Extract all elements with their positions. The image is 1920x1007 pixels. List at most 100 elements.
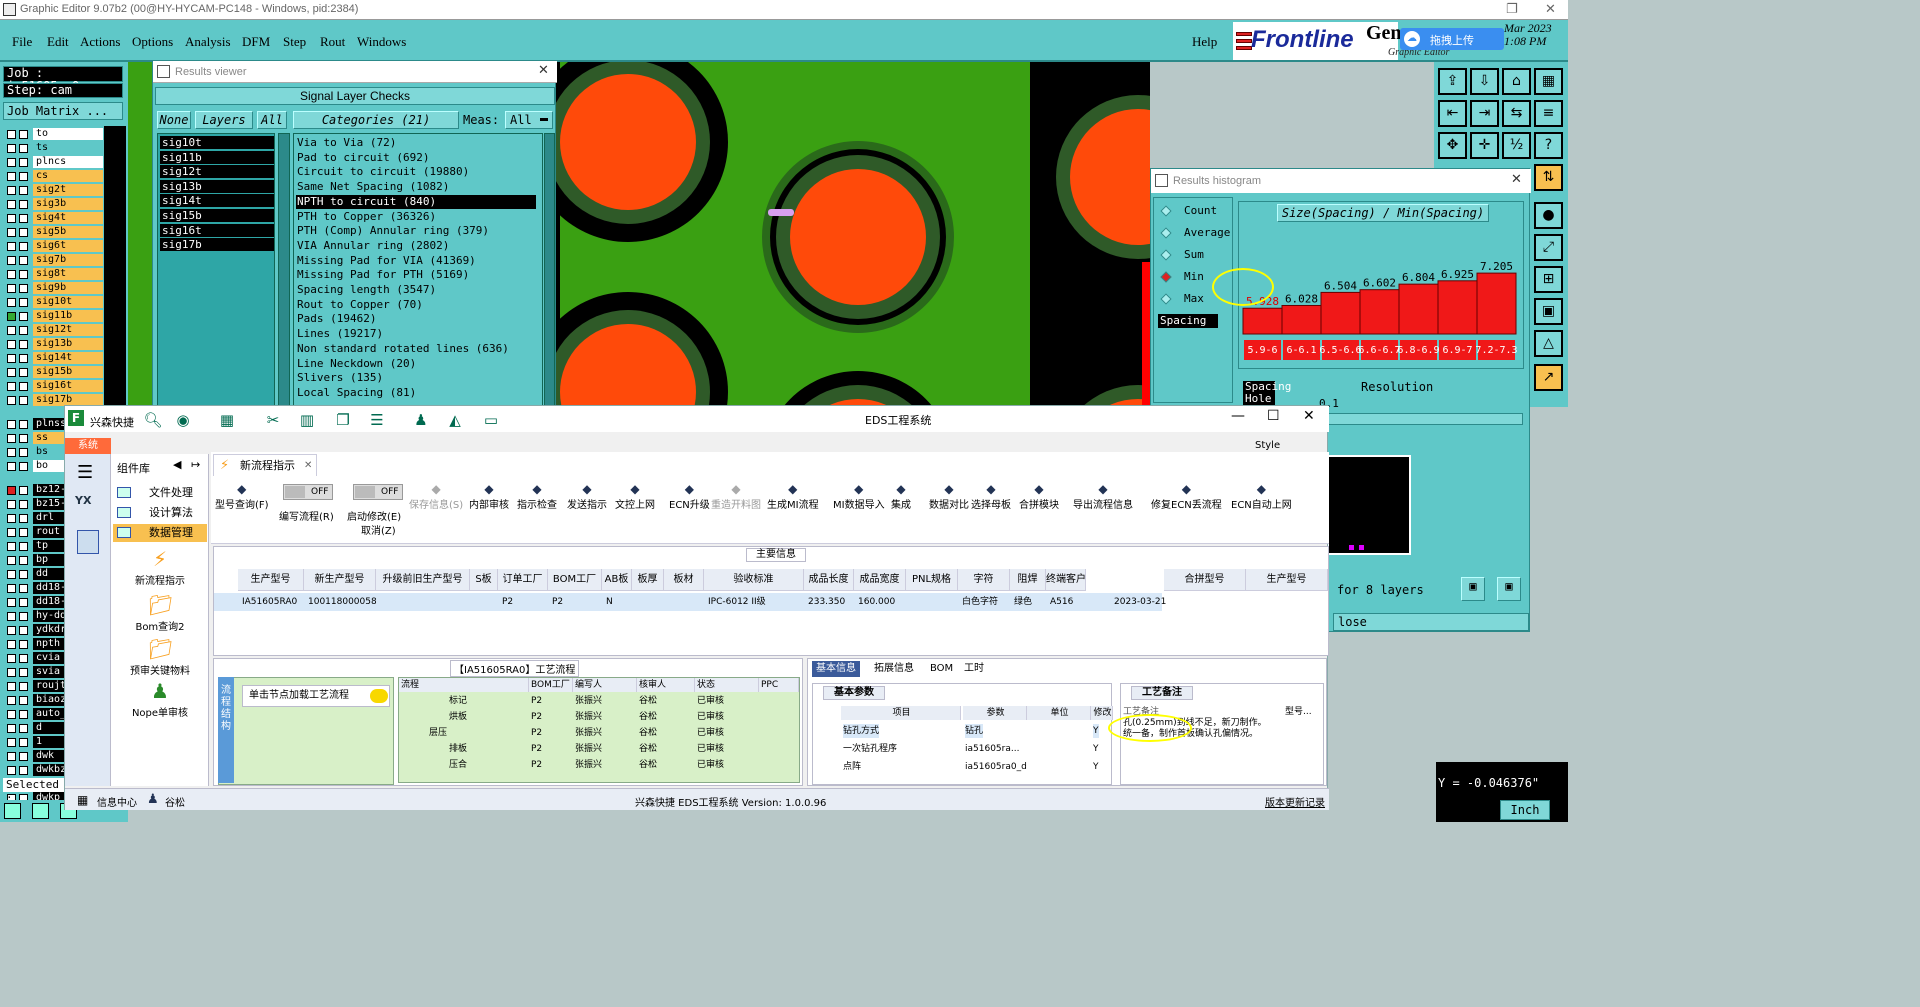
layer-checkbox[interactable] <box>7 312 16 321</box>
key-material-item[interactable]: 📁︎ 预审关键物料 <box>113 638 207 677</box>
category-item[interactable]: Lines (19217) <box>296 327 536 341</box>
maximize-icon[interactable]: ☐ <box>1267 408 1280 424</box>
category-item[interactable]: Local Spacing (81) <box>296 386 536 400</box>
layer-checkbox[interactable] <box>7 448 16 457</box>
layer-checkbox[interactable] <box>19 500 28 509</box>
layer-checkbox[interactable] <box>7 766 16 775</box>
nope-review-item[interactable]: ♟ Nope单审核 <box>113 680 207 719</box>
table-icon[interactable]: ▥ <box>297 412 317 428</box>
layer-checkbox[interactable] <box>7 368 16 377</box>
menu-file[interactable]: File <box>12 34 32 50</box>
layer-checkbox[interactable] <box>19 284 28 293</box>
layer-checkbox[interactable] <box>19 682 28 691</box>
layer-item[interactable]: sig13b <box>160 179 274 193</box>
layer-row[interactable]: plncs <box>3 156 103 168</box>
layer-checkbox[interactable] <box>7 710 16 719</box>
table-cell[interactable]: IPC-6012 II级 <box>704 593 804 611</box>
layer-row[interactable]: sig2t <box>3 184 103 196</box>
layer-checkbox[interactable] <box>7 738 16 747</box>
layer-row[interactable]: sig8t <box>3 268 103 280</box>
layer-checkbox[interactable] <box>19 354 28 363</box>
layer-checkbox[interactable] <box>19 528 28 537</box>
table-cell[interactable]: Y <box>1093 760 1099 774</box>
close-icon[interactable]: ✕ <box>1511 172 1522 187</box>
layer-row[interactable]: sig14t <box>3 352 103 364</box>
column-header[interactable]: PPC <box>759 678 799 692</box>
toolbar-button[interactable]: ● <box>1534 202 1563 229</box>
layer-checkbox[interactable] <box>7 598 16 607</box>
category-item[interactable]: Via to Via (72) <box>296 136 536 150</box>
ribbon-button[interactable]: ◆ 重造开料图 <box>711 482 761 511</box>
ribbon-button[interactable]: ◆ 修复ECN丢流程 <box>1151 482 1222 511</box>
menu-rout[interactable]: Rout <box>320 34 345 50</box>
layer-checkbox[interactable] <box>19 448 28 457</box>
ribbon-button[interactable]: ◆ 文控上网 <box>615 482 655 511</box>
layer-row[interactable]: sig11b <box>3 310 103 322</box>
menu-edit[interactable]: Edit <box>47 34 69 50</box>
layer-checkbox[interactable] <box>7 326 16 335</box>
pin-icon[interactable]: ↦ <box>191 458 200 471</box>
layer-row[interactable]: sig15b <box>3 366 103 378</box>
meas-select[interactable]: All <box>505 111 553 129</box>
ribbon-button[interactable]: ◆ 生成MI流程 <box>767 482 819 511</box>
layer-row[interactable]: sig7b <box>3 254 103 266</box>
toolbar-button[interactable]: ▦ <box>1534 68 1563 95</box>
table-cell[interactable]: 160.000 <box>854 593 906 611</box>
layer-checkbox[interactable] <box>19 396 28 405</box>
side-item-algorithm[interactable]: 设计算法 <box>113 504 207 522</box>
menu-options[interactable]: Options <box>132 34 173 50</box>
layer-checkbox[interactable] <box>19 270 28 279</box>
toggle-switch[interactable]: OFF <box>283 484 333 500</box>
layer-checkbox[interactable] <box>19 340 28 349</box>
close-icon[interactable]: ✕ <box>538 63 549 78</box>
layer-checkbox[interactable] <box>7 434 16 443</box>
bom-query-item[interactable]: 📁︎ Bom查询2 <box>113 594 207 633</box>
layer-checkbox[interactable] <box>7 752 16 761</box>
column-header[interactable]: 订单工厂 <box>498 569 548 591</box>
table-cell[interactable]: IA51605RA0 <box>238 593 304 611</box>
layer-row[interactable]: sig5b <box>3 226 103 238</box>
column-header[interactable]: 流程 <box>399 678 529 692</box>
layer-checkbox[interactable] <box>19 214 28 223</box>
layer-checkbox[interactable] <box>7 214 16 223</box>
layer-checkbox[interactable] <box>19 514 28 523</box>
column-header[interactable]: 状态 <box>695 678 759 692</box>
ribbon-button[interactable]: ◆ 型号查询(F) <box>215 482 269 511</box>
layer-checkbox[interactable] <box>19 486 28 495</box>
process-node[interactable]: 标记 <box>449 694 467 708</box>
spacing-hole-field[interactable]: Spacing Hole <box>1243 381 1291 405</box>
layer-checkbox[interactable] <box>7 626 16 635</box>
layer-checkbox[interactable] <box>19 612 28 621</box>
ribbon-button[interactable]: ◆ ECN升级 <box>669 482 710 511</box>
layer-checkbox[interactable] <box>19 626 28 635</box>
column-header[interactable]: 合拼型号 <box>1164 569 1246 591</box>
column-header[interactable]: 板厚 <box>632 569 664 591</box>
tool-icon[interactable] <box>32 803 49 819</box>
layer-item[interactable]: sig16t <box>160 223 274 237</box>
grid-icon[interactable]: ▦ <box>217 412 237 428</box>
none-button[interactable]: None <box>157 111 191 129</box>
column-header[interactable]: 验收标准 <box>704 569 804 591</box>
layer-checkbox[interactable] <box>7 668 16 677</box>
list-icon[interactable]: ☰ <box>367 412 387 428</box>
category-item[interactable]: VIA Annular ring (2802) <box>296 239 536 253</box>
ribbon-button[interactable]: ◆ 合拼模块 <box>1019 482 1059 511</box>
layer-checkbox[interactable] <box>7 228 16 237</box>
layer-checkbox[interactable] <box>7 420 16 429</box>
layer-checkbox[interactable] <box>19 542 28 551</box>
ribbon-button[interactable]: ◆ ECN自动上网 <box>1231 482 1292 511</box>
histogram-bar[interactable] <box>1437 280 1478 335</box>
all-button[interactable]: All <box>257 111 287 129</box>
table-cell[interactable]: 一次钻孔程序 <box>843 742 897 756</box>
layer-checkbox[interactable] <box>19 724 28 733</box>
process-node[interactable]: 排板 <box>449 742 467 756</box>
column-header[interactable]: PNL规格 <box>906 569 958 591</box>
layer-item[interactable]: sig15b <box>160 209 274 222</box>
info-tab[interactable]: BOM <box>926 661 957 677</box>
histogram-button[interactable]: ▣ <box>1497 577 1521 601</box>
table-cell[interactable]: 10011800005897 <box>304 593 376 611</box>
table-cell[interactable]: P2 <box>548 593 602 611</box>
chat-icon[interactable] <box>370 689 388 703</box>
toolbar-button[interactable]: ⇆ <box>1502 100 1531 127</box>
layer-checkbox[interactable] <box>7 200 16 209</box>
